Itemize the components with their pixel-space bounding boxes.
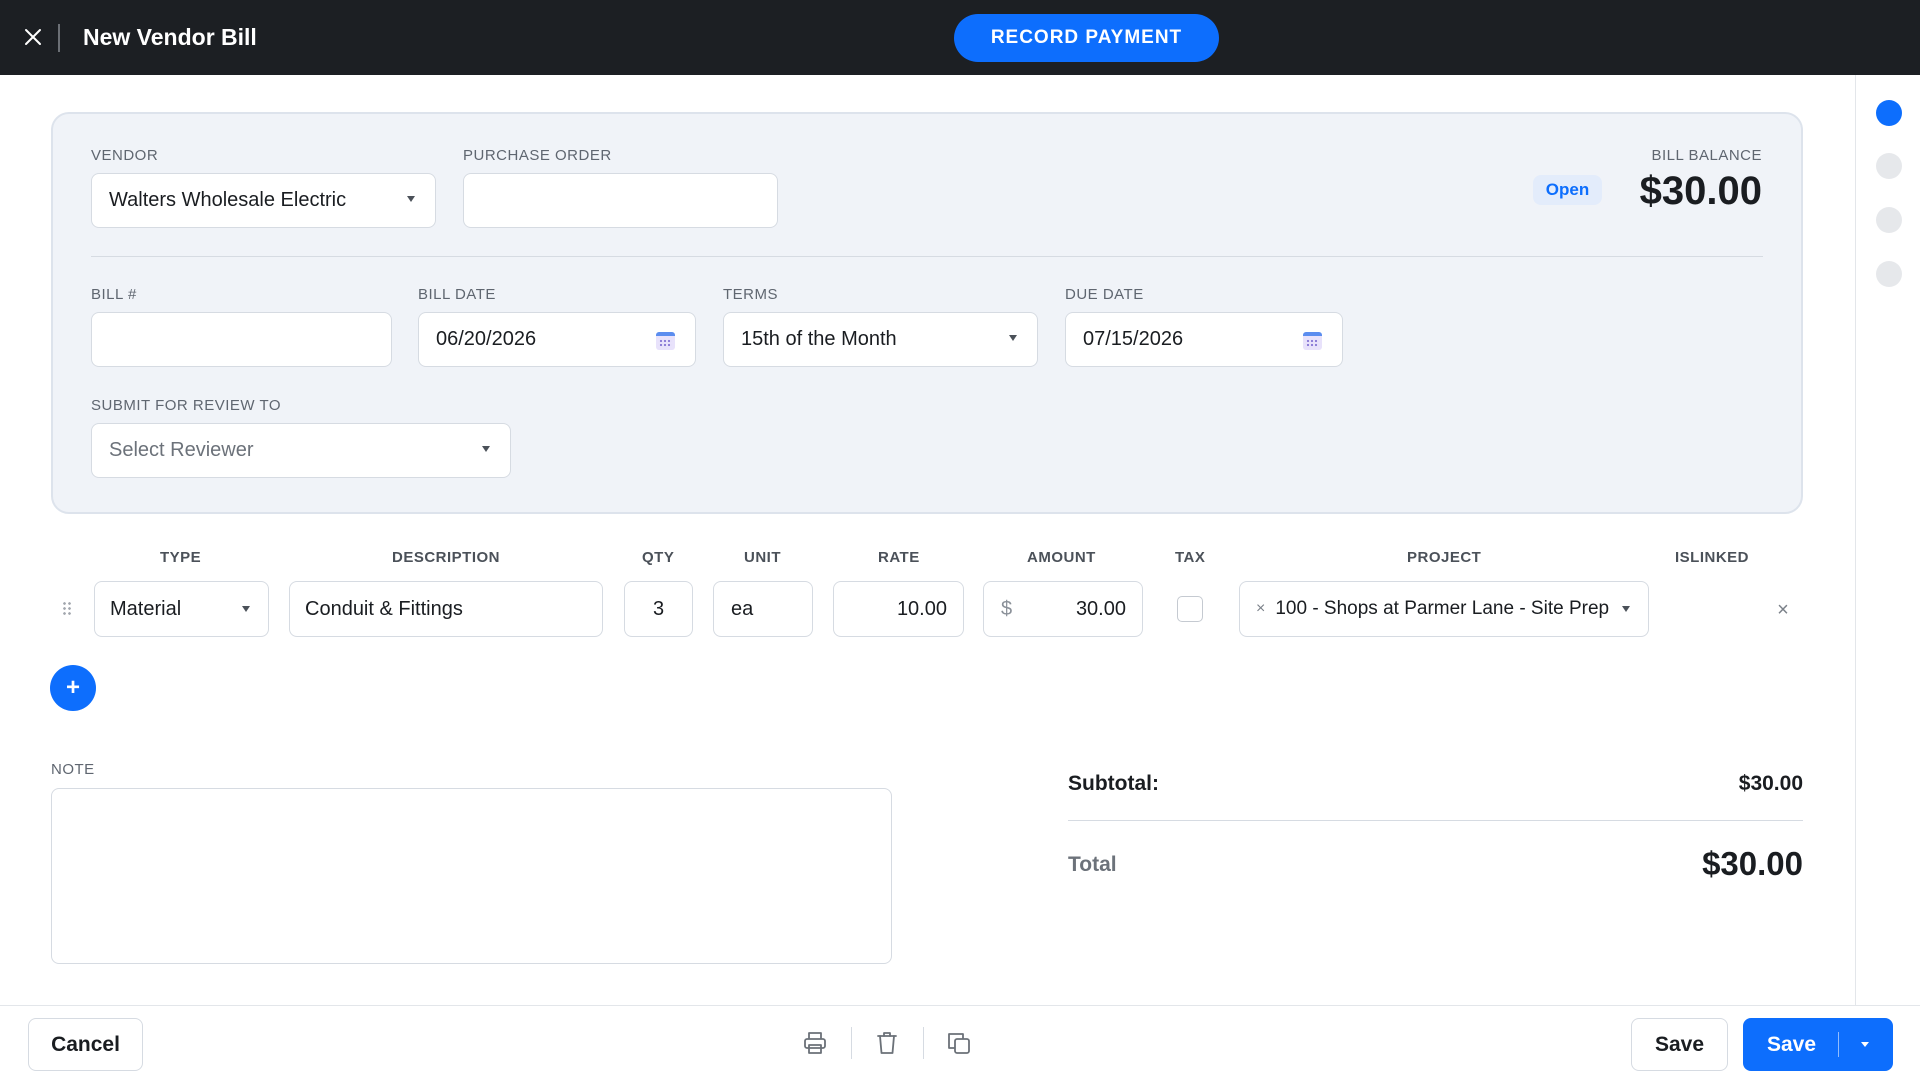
line-unit-input[interactable]: ea [713, 581, 813, 637]
line-description-input[interactable]: Conduit & Fittings [289, 581, 603, 637]
col-header-type: TYPE [160, 549, 202, 566]
vendor-value: Walters Wholesale Electric [109, 189, 347, 211]
line-qty-input[interactable]: 3 [624, 581, 693, 637]
terms-select[interactable]: 15th of the Month [723, 312, 1038, 367]
col-header-qty: QTY [642, 549, 675, 566]
col-header-project: PROJECT [1407, 549, 1482, 566]
due-date-input[interactable]: 07/15/2026 [1065, 312, 1343, 367]
due-date-value: 07/15/2026 [1083, 328, 1184, 350]
duplicate-icon[interactable] [945, 1029, 973, 1057]
status-badge: Open [1533, 175, 1602, 205]
line-rate-input[interactable]: 10.00 [833, 581, 964, 637]
col-header-unit: UNIT [744, 549, 781, 566]
calendar-icon[interactable] [1303, 332, 1322, 350]
terms-value: 15th of the Month [741, 328, 897, 350]
purchase-order-input[interactable] [463, 173, 778, 228]
drag-handle-icon[interactable] [62, 601, 72, 617]
remove-line-icon[interactable]: × [1772, 599, 1794, 621]
chevron-down-icon [1622, 606, 1630, 612]
total-label: Total [1068, 853, 1117, 876]
reviewer-placeholder: Select Reviewer [109, 439, 254, 461]
bill-date-input[interactable]: 06/20/2026 [418, 312, 696, 367]
save-primary-label: Save [1767, 1033, 1817, 1056]
review-label: SUBMIT FOR REVIEW TO [91, 397, 282, 414]
split-divider [1838, 1032, 1839, 1057]
step-indicator-2[interactable] [1876, 153, 1902, 179]
col-header-amount: AMOUNT [1027, 549, 1096, 566]
purchase-order-label: PURCHASE ORDER [463, 147, 612, 164]
top-bar: New Vendor Bill RECORD PAYMENT [0, 0, 1920, 75]
subtotal-label: Subtotal: [1068, 772, 1159, 795]
close-icon[interactable] [18, 22, 48, 52]
save-primary-button[interactable]: Save [1743, 1018, 1893, 1071]
progress-rail [1855, 75, 1856, 1005]
col-header-tax: TAX [1175, 549, 1206, 566]
cancel-button[interactable]: Cancel [28, 1018, 143, 1071]
save-button[interactable]: Save [1631, 1018, 1728, 1071]
note-textarea[interactable] [51, 788, 892, 964]
footer-separator [851, 1027, 852, 1059]
subtotal-value: $30.00 [1738, 772, 1803, 795]
note-label: NOTE [51, 761, 95, 778]
footer-separator [923, 1027, 924, 1059]
step-indicator-4[interactable] [1876, 261, 1902, 287]
clear-project-icon[interactable]: × [1256, 600, 1265, 618]
bill-balance-amount: $30.00 [1639, 169, 1762, 213]
bill-number-label: BILL # [91, 286, 137, 303]
chevron-down-icon [407, 196, 415, 202]
total-value: $30.00 [1702, 845, 1803, 882]
calendar-icon[interactable] [656, 332, 675, 350]
line-project-value: 100 - Shops at Parmer Lane - Site Prep [1275, 598, 1610, 619]
line-project-select[interactable]: × 100 - Shops at Parmer Lane - Site Prep [1239, 581, 1649, 637]
trash-icon[interactable] [873, 1029, 901, 1057]
record-payment-button[interactable]: RECORD PAYMENT [954, 14, 1219, 62]
vendor-label: VENDOR [91, 147, 159, 164]
line-tax-checkbox[interactable] [1177, 596, 1203, 622]
line-type-select[interactable]: Material [94, 581, 269, 637]
page-title: New Vendor Bill [83, 24, 257, 50]
step-indicator-1[interactable] [1876, 100, 1902, 126]
vendor-select[interactable]: Walters Wholesale Electric [91, 173, 436, 228]
bill-balance-label: BILL BALANCE [1651, 147, 1762, 164]
totals-divider [1068, 820, 1803, 821]
step-indicator-3[interactable] [1876, 207, 1902, 233]
line-amount-value: 30.00 [1075, 597, 1126, 620]
col-header-rate: RATE [878, 549, 920, 566]
bill-number-input[interactable] [91, 312, 392, 367]
chevron-down-icon[interactable] [1861, 1042, 1869, 1047]
print-icon[interactable] [801, 1029, 829, 1057]
reviewer-select[interactable]: Select Reviewer [91, 423, 511, 478]
col-header-islinked: ISLINKED [1675, 549, 1750, 566]
add-line-button[interactable]: + [50, 665, 96, 711]
line-type-value: Material [110, 597, 182, 620]
bill-date-label: BILL DATE [418, 286, 496, 303]
chevron-down-icon [242, 606, 250, 612]
chevron-down-icon [482, 446, 490, 452]
panel-divider [91, 256, 1763, 257]
chevron-down-icon [1009, 335, 1017, 341]
bill-date-value: 06/20/2026 [436, 328, 537, 350]
line-amount-input[interactable]: $ 30.00 [983, 581, 1143, 637]
currency-symbol: $ [1001, 597, 1013, 620]
terms-label: TERMS [723, 286, 778, 303]
col-header-description: DESCRIPTION [392, 549, 501, 566]
due-date-label: DUE DATE [1065, 286, 1144, 303]
header-divider [58, 24, 60, 52]
